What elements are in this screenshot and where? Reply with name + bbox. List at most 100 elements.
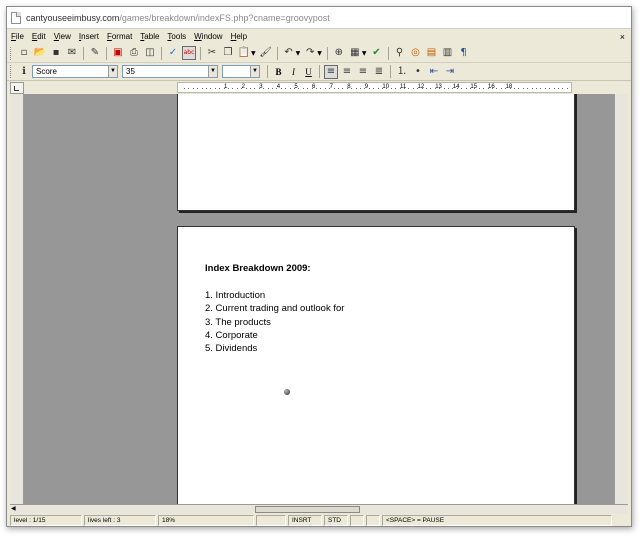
navigator-icon[interactable]: ◎ xyxy=(409,46,423,60)
menu-view[interactable]: View xyxy=(54,32,71,41)
autospellcheck-icon[interactable]: abc xyxy=(182,46,196,60)
align-right-icon[interactable]: ≡ xyxy=(356,65,370,79)
menu-tools[interactable]: Tools xyxy=(167,32,186,41)
format-paintbrush-icon[interactable]: 🖌 xyxy=(259,46,273,60)
menu-file[interactable]: File xyxy=(11,32,24,41)
save-icon[interactable]: ▪ xyxy=(49,46,63,60)
table-dropdown-icon[interactable]: ▼ xyxy=(362,50,367,57)
ruler-tick xyxy=(404,88,405,89)
menu-insert[interactable]: Insert xyxy=(79,32,99,41)
ruler-tick xyxy=(421,88,423,89)
ruler-tick xyxy=(536,88,537,89)
copy-icon[interactable]: ❐ xyxy=(221,46,235,60)
toolbar-separator xyxy=(326,46,328,60)
menu-format[interactable]: Format xyxy=(107,32,132,41)
menu-table[interactable]: Table xyxy=(140,32,159,41)
tab-stop-selector[interactable] xyxy=(10,82,24,94)
toolbar-grip[interactable] xyxy=(10,65,13,78)
ruler-tick xyxy=(201,88,203,89)
ruler-tick xyxy=(320,88,322,89)
justify-icon[interactable]: ≣ xyxy=(372,65,386,79)
toolbar-separator xyxy=(319,65,320,78)
align-left-icon[interactable]: ≡ xyxy=(324,64,338,79)
email-icon[interactable]: ✉ xyxy=(65,46,79,60)
chevron-down-icon[interactable]: ▼ xyxy=(108,66,117,77)
paste-icon[interactable]: 📋 xyxy=(237,46,251,60)
cut-icon[interactable]: ✂ xyxy=(205,46,219,60)
menu-label: indow xyxy=(201,32,223,41)
ruler-tick xyxy=(302,88,304,89)
font-name-select[interactable]: 35 ▼ xyxy=(122,65,218,78)
vertical-scrollbar[interactable] xyxy=(614,94,628,504)
chevron-down-icon[interactable]: ▼ xyxy=(208,66,217,77)
nonprinting-characters-icon[interactable]: ¶ xyxy=(457,46,471,60)
toolbar-grip[interactable] xyxy=(10,46,13,60)
status-insert-mode[interactable]: INSRT xyxy=(288,515,322,526)
gallery-icon[interactable]: ▤ xyxy=(425,46,439,60)
status-zoom[interactable]: 18% xyxy=(158,515,254,526)
ruler-tick xyxy=(522,88,524,89)
ruler-tick xyxy=(408,88,410,89)
decrease-indent-icon[interactable]: ⇤ xyxy=(427,65,441,79)
horizontal-scrollbar[interactable]: ◀ xyxy=(10,504,628,514)
align-center-icon[interactable]: ≡ xyxy=(340,65,354,79)
font-name-value: 35 xyxy=(126,67,135,76)
find-replace-icon[interactable]: ⚲ xyxy=(393,46,407,60)
menu-help[interactable]: Help xyxy=(231,32,247,41)
underline-button[interactable]: U xyxy=(302,65,315,78)
ruler-tick xyxy=(434,88,436,89)
ruler-tick xyxy=(531,88,533,89)
ruler-label: 9 xyxy=(364,84,369,90)
show-draw-functions-icon[interactable]: ✔ xyxy=(370,46,384,60)
redo-dropdown-icon[interactable]: ▼ xyxy=(317,50,322,57)
ruler-tick xyxy=(184,88,185,89)
page-current[interactable]: Index Breakdown 2009: 1. Introduction 2. … xyxy=(177,226,575,504)
document-list: 1. Introduction 2. Current trading and ou… xyxy=(205,289,344,355)
menu-edit[interactable]: Edit xyxy=(32,32,46,41)
undo-dropdown-icon[interactable]: ▼ xyxy=(296,50,301,57)
scroll-left-icon[interactable]: ◀ xyxy=(11,505,16,512)
document-area[interactable]: Index Breakdown 2009: 1. Introduction 2. … xyxy=(10,94,628,504)
chevron-down-icon[interactable]: ▼ xyxy=(250,66,259,77)
horizontal-ruler[interactable]: 1 2 3 4 5 6 7 8 9 10 11 12 13 14 15 16 18 xyxy=(177,82,572,93)
spellcheck-icon[interactable]: ✓ xyxy=(166,46,180,60)
status-selection-mode[interactable]: STD xyxy=(324,515,348,526)
ruler-label: 1 xyxy=(224,84,228,90)
paragraph-style-select[interactable]: Score ▼ xyxy=(32,65,118,78)
paste-dropdown-icon[interactable]: ▼ xyxy=(251,50,256,57)
ruler-tick xyxy=(192,88,194,89)
ruler-tick xyxy=(289,88,291,89)
ruler-label: 13 xyxy=(435,84,442,90)
menu-window[interactable]: Window xyxy=(194,32,222,41)
styles-formatting-icon[interactable]: ℹ xyxy=(17,65,31,79)
ruler-tick xyxy=(338,88,339,89)
ruler-label: 16 xyxy=(488,84,495,90)
bold-button[interactable]: B xyxy=(272,65,285,78)
italic-button[interactable]: I xyxy=(287,65,300,78)
table-icon[interactable]: ▦ xyxy=(348,46,362,60)
scrollbar-thumb[interactable] xyxy=(255,506,360,513)
numbering-icon[interactable]: ⒈ xyxy=(395,65,409,79)
edit-file-icon[interactable]: ✎ xyxy=(88,46,102,60)
page-previous[interactable] xyxy=(177,94,575,211)
ruler-tick xyxy=(474,88,476,89)
data-sources-icon[interactable]: ▥ xyxy=(441,46,455,60)
new-document-icon[interactable]: ▫ xyxy=(17,46,31,60)
ruler-tick xyxy=(316,88,317,89)
increase-indent-icon[interactable]: ⇥ xyxy=(443,65,457,79)
font-size-select[interactable]: ▼ xyxy=(222,65,260,78)
bullets-icon[interactable]: • xyxy=(411,65,425,79)
redo-icon[interactable]: ↷ xyxy=(303,46,317,60)
open-folder-icon[interactable]: 📂 xyxy=(33,46,47,60)
ruler-tick xyxy=(223,88,225,89)
print-icon[interactable]: ⎙ xyxy=(127,46,141,60)
ruler-label: 11 xyxy=(400,84,407,90)
undo-icon[interactable]: ↶ xyxy=(282,46,296,60)
print-preview-icon[interactable]: ◫ xyxy=(143,46,157,60)
close-document-icon[interactable]: × xyxy=(620,32,625,42)
hyperlink-icon[interactable]: ⊕ xyxy=(332,46,346,60)
address-bar[interactable]: cantyouseeimbusy.com/games/breakdown/ind… xyxy=(7,7,631,29)
url-text[interactable]: cantyouseeimbusy.com/games/breakdown/ind… xyxy=(26,13,330,23)
ruler-label: 3 xyxy=(259,84,263,90)
export-pdf-icon[interactable]: ▣ xyxy=(111,46,125,60)
